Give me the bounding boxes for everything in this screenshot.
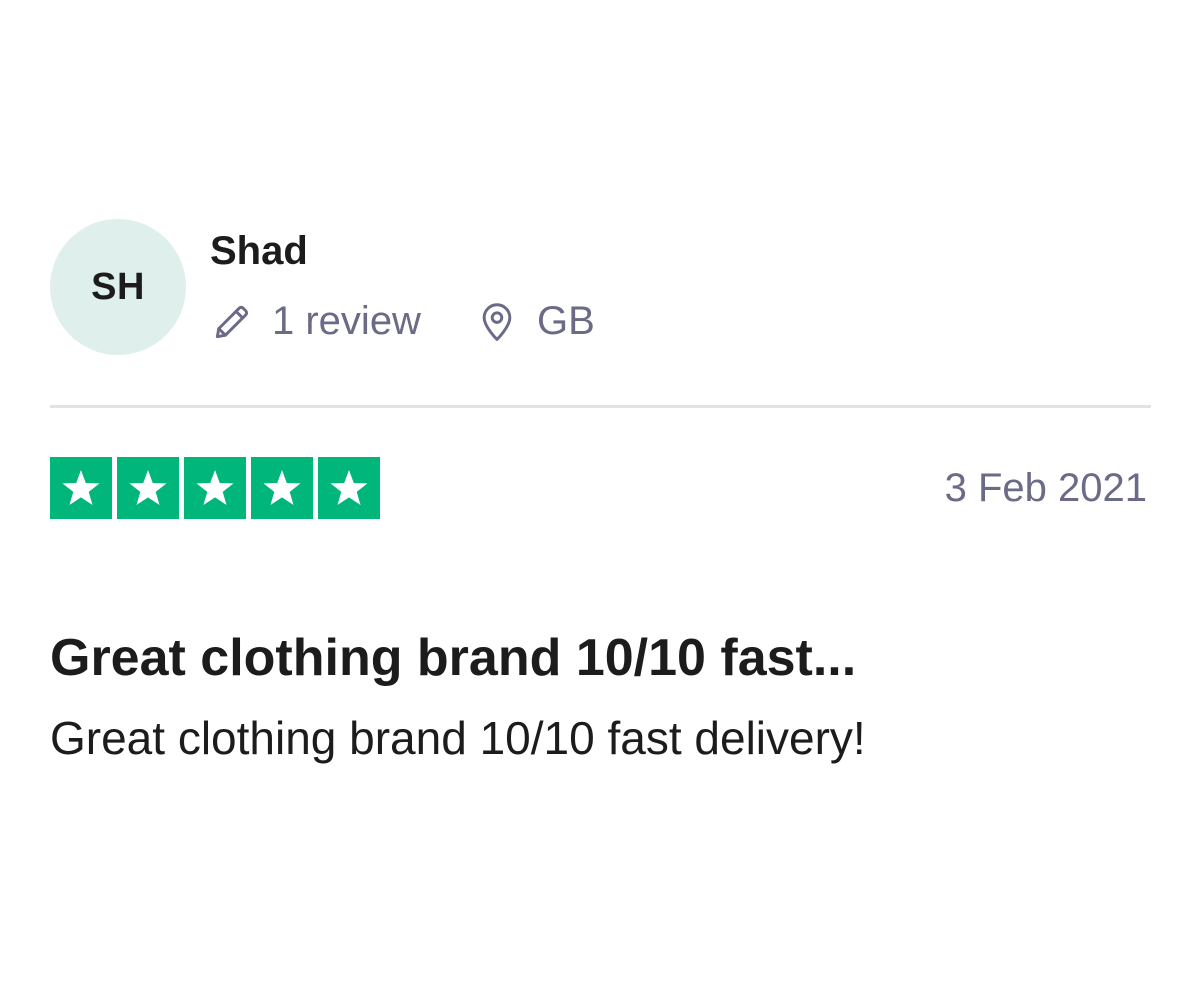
star-3 (184, 457, 246, 519)
review-title[interactable]: Great clothing brand 10/10 fast... (50, 628, 1151, 688)
consumer-name[interactable]: Shad (210, 227, 595, 275)
star-icon (196, 470, 234, 506)
consumer-location: GB (475, 299, 595, 344)
consumer-meta: 1 review GB (210, 299, 595, 344)
star-icon (263, 470, 301, 506)
pencil-icon (210, 300, 254, 344)
consumer-header: SH Shad 1 review GB (50, 219, 1151, 355)
star-1 (50, 457, 112, 519)
avatar-initials: SH (91, 265, 145, 308)
country-label: GB (536, 299, 595, 343)
star-icon (330, 470, 368, 506)
rating-row: 3 Feb 2021 (50, 456, 1151, 520)
review-count: 1 review (210, 299, 421, 344)
star-2 (117, 457, 179, 519)
location-pin-icon (475, 300, 519, 344)
review-card: SH Shad 1 review GB 3 Feb 2021 Great clo… (50, 219, 1151, 766)
consumer-info: Shad 1 review GB (210, 219, 595, 344)
review-text: Great clothing brand 10/10 fast delivery… (50, 712, 866, 764)
star-5 (318, 457, 380, 519)
star-icon (129, 470, 167, 506)
star-rating (50, 457, 385, 519)
divider (50, 405, 1151, 408)
avatar[interactable]: SH (50, 219, 186, 355)
review-date: 3 Feb 2021 (944, 465, 1147, 510)
star-icon (62, 470, 100, 506)
review-count-label: 1 review (272, 299, 421, 343)
star-4 (251, 457, 313, 519)
